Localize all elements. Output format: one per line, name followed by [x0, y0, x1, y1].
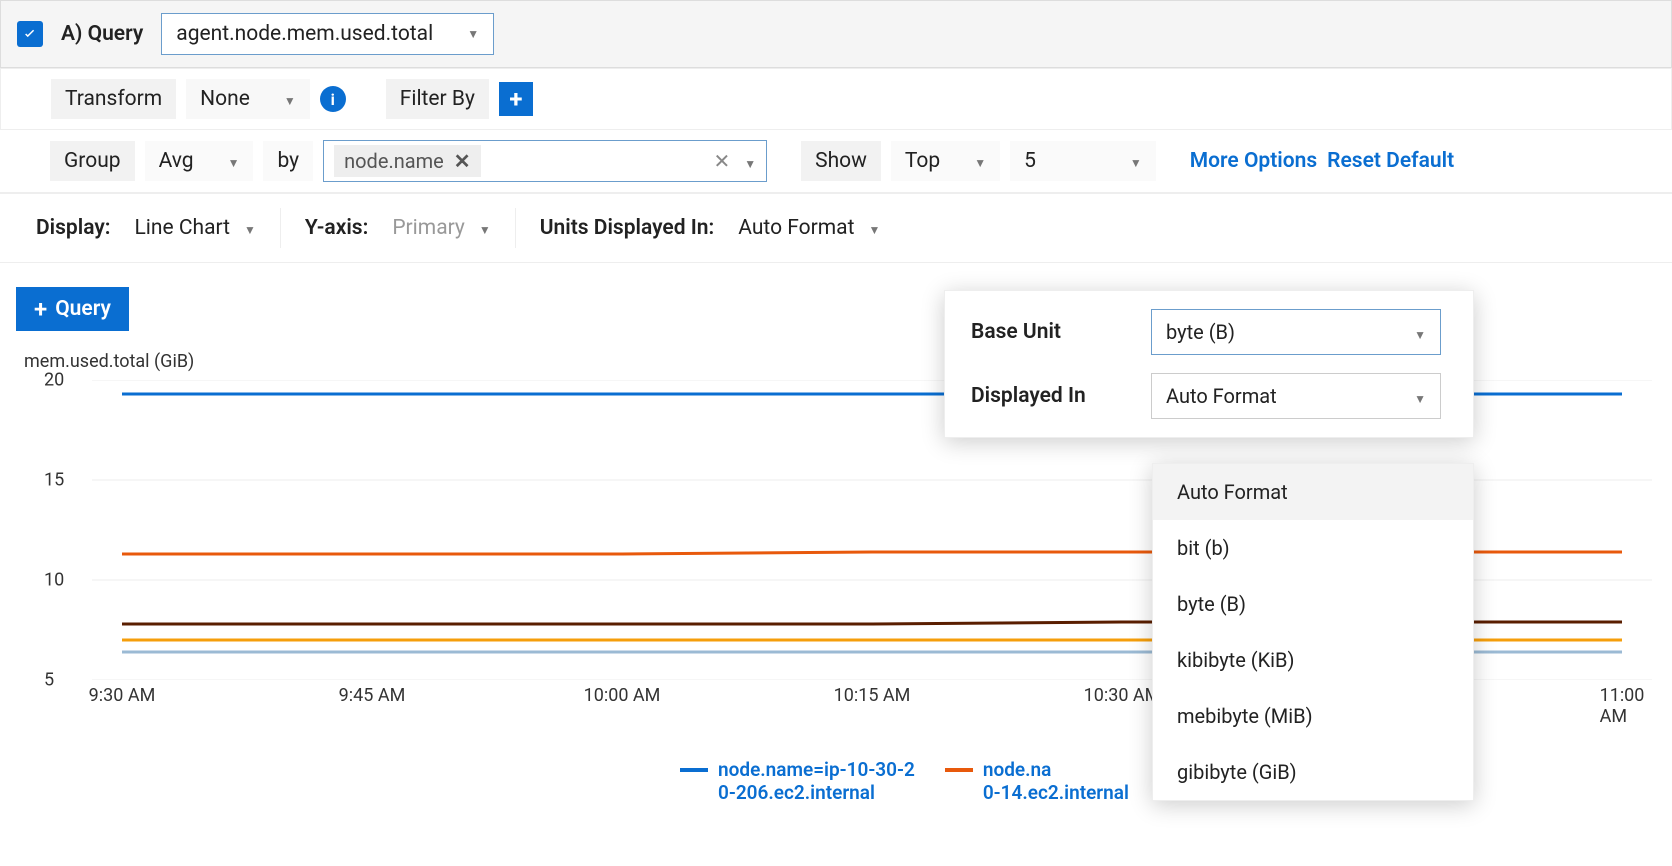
chevron-down-icon — [1414, 384, 1426, 408]
transform-row: Transform None i Filter By + — [0, 68, 1672, 130]
y-tick: 15 — [44, 470, 64, 491]
unit-option[interactable]: Auto Format — [1153, 464, 1473, 520]
metric-value: agent.node.mem.used.total — [176, 22, 433, 46]
x-tick: 10:00 AM — [584, 685, 661, 706]
show-label: Show — [801, 141, 881, 181]
filter-label: Filter By — [386, 79, 489, 119]
chevron-down-icon — [868, 216, 880, 240]
display-label: Display: — [36, 216, 110, 240]
group-label: Group — [50, 141, 135, 181]
x-tick: 10:30 AM — [1084, 685, 1161, 706]
legend-swatch — [945, 768, 973, 772]
group-row: Group Avg by node.name ✕ ✕ Show Top 5 Mo… — [0, 130, 1672, 193]
yaxis-select[interactable]: Primary — [392, 216, 490, 240]
chevron-down-icon — [479, 216, 491, 240]
units-label: Units Displayed In: — [540, 216, 715, 240]
show-rank-select[interactable]: Top — [891, 141, 1000, 181]
unit-option[interactable]: byte (B) — [1153, 576, 1473, 632]
query-label: A) Query — [61, 22, 143, 46]
query-enable-checkbox[interactable] — [17, 21, 43, 47]
chevron-down-icon — [467, 26, 479, 42]
chevron-down-icon — [228, 149, 240, 173]
chip-remove-icon[interactable]: ✕ — [454, 149, 471, 173]
query-header: A) Query agent.node.mem.used.total — [0, 0, 1672, 68]
unit-option[interactable]: gibibyte (GiB) — [1153, 744, 1473, 800]
base-unit-label: Base Unit — [971, 320, 1121, 344]
x-tick: 9:45 AM — [339, 685, 406, 706]
by-label: by — [263, 141, 313, 181]
group-agg-select[interactable]: Avg — [145, 141, 254, 181]
transform-label: Transform — [51, 79, 176, 119]
base-unit-select[interactable]: byte (B) — [1151, 309, 1441, 355]
legend-text: node.name=ip-10-30-20-206.ec2.internal — [718, 758, 915, 804]
chevron-down-icon — [744, 149, 756, 173]
reset-default-link[interactable]: Reset Default — [1327, 149, 1454, 173]
legend-swatch — [680, 768, 708, 772]
group-chip[interactable]: node.name ✕ — [334, 145, 480, 177]
show-n-select[interactable]: 5 — [1010, 141, 1156, 181]
display-row: Display: Line Chart Y-axis: Primary Unit… — [0, 193, 1672, 263]
x-tick: 9:30 AM — [89, 685, 156, 706]
legend-item[interactable]: node.name=ip-10-30-20-206.ec2.internal — [680, 758, 915, 804]
legend-item[interactable]: node.na0-14.ec2.internal — [945, 758, 1129, 804]
y-tick: 20 — [44, 370, 64, 391]
unit-option[interactable]: mebibyte (MiB) — [1153, 688, 1473, 744]
divider — [515, 208, 516, 248]
divider — [280, 208, 281, 248]
clear-chips-icon[interactable]: ✕ — [713, 149, 730, 173]
chevron-down-icon — [1414, 320, 1426, 344]
yaxis-label: Y-axis: — [305, 216, 368, 240]
legend-text: node.na0-14.ec2.internal — [983, 758, 1129, 804]
chevron-down-icon — [284, 87, 296, 111]
info-icon[interactable]: i — [320, 86, 346, 112]
more-options-link[interactable]: More Options — [1190, 149, 1317, 173]
x-tick: 11:00 AM — [1600, 685, 1645, 727]
chart-type-select[interactable]: Line Chart — [134, 216, 255, 240]
chevron-down-icon — [974, 149, 986, 173]
group-by-input[interactable]: node.name ✕ ✕ — [323, 140, 767, 182]
units-popover: Base Unit byte (B) Displayed In Auto For… — [944, 290, 1474, 438]
unit-option[interactable]: bit (b) — [1153, 520, 1473, 576]
chevron-down-icon — [244, 216, 256, 240]
add-query-button[interactable]: + Query — [16, 287, 129, 331]
transform-select[interactable]: None — [186, 79, 310, 119]
metric-select[interactable]: agent.node.mem.used.total — [161, 13, 494, 55]
y-tick: 5 — [44, 670, 54, 691]
x-tick: 10:15 AM — [834, 685, 911, 706]
displayed-in-select[interactable]: Auto Format — [1151, 373, 1441, 419]
displayed-in-label: Displayed In — [971, 384, 1121, 408]
add-filter-button[interactable]: + — [499, 82, 533, 116]
unit-option[interactable]: kibibyte (KiB) — [1153, 632, 1473, 688]
y-tick: 10 — [44, 570, 64, 591]
units-select[interactable]: Auto Format — [738, 216, 880, 240]
chevron-down-icon — [1130, 149, 1142, 173]
unit-dropdown-menu: Auto Formatbit (b)byte (B)kibibyte (KiB)… — [1152, 463, 1474, 801]
